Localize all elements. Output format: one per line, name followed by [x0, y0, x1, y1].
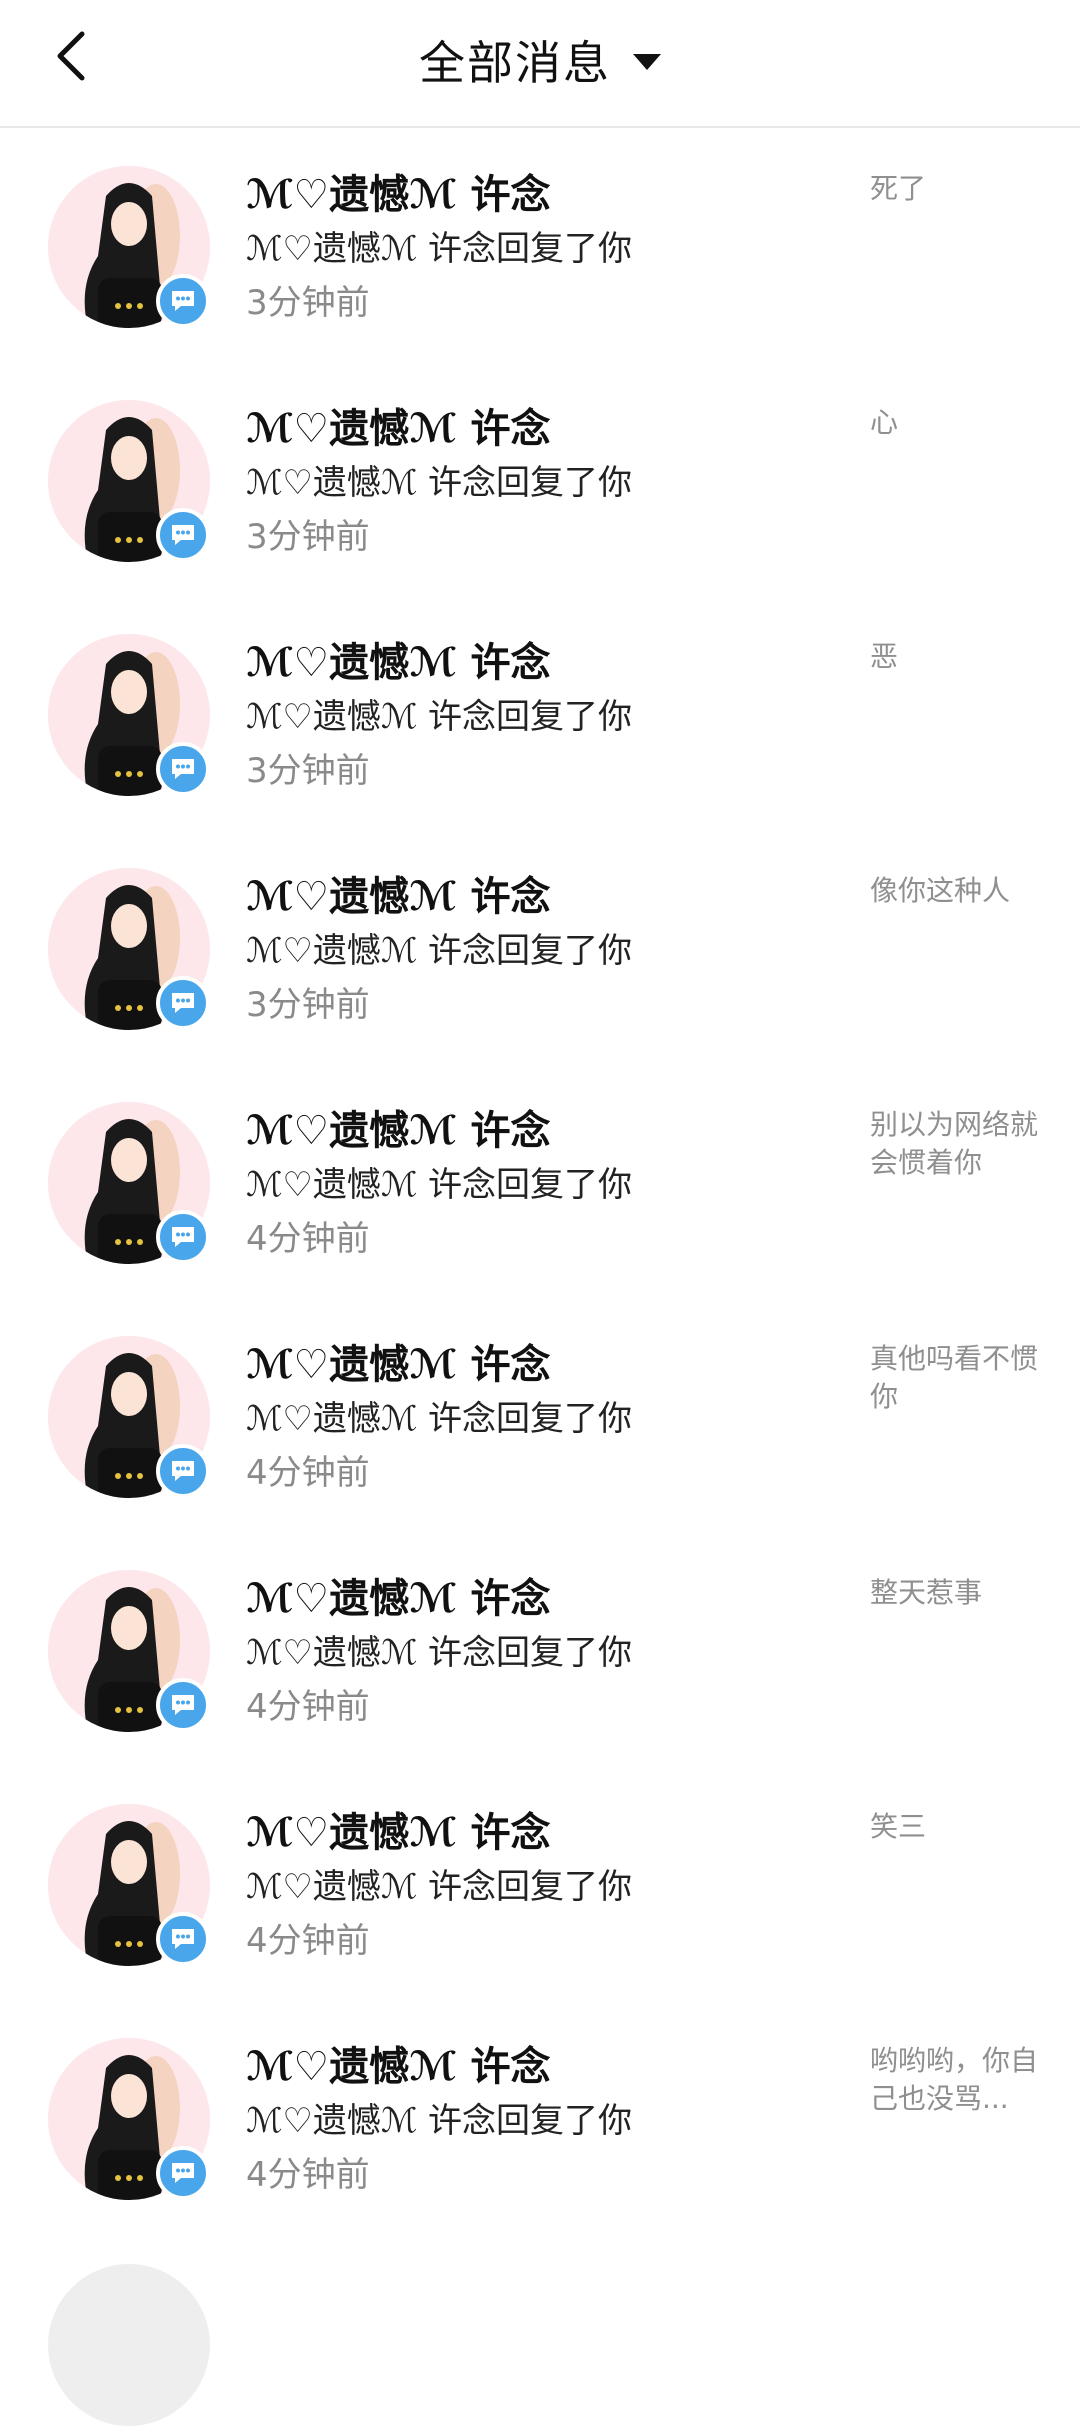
- message-item[interactable]: ℳ♡遗憾ℳ 许念 ℳ♡遗憾ℳ 许念回复了你 3分钟前 心: [0, 362, 1080, 596]
- back-button[interactable]: [40, 24, 104, 88]
- comment-badge: [156, 508, 210, 562]
- timestamp: 3分钟前: [246, 751, 370, 791]
- reply-notice: ℳ♡遗憾ℳ 许念回复了你: [246, 1867, 633, 1907]
- reply-preview: 恶: [870, 640, 899, 673]
- comment-badge: [156, 1912, 210, 1966]
- timestamp: 4分钟前: [246, 1453, 370, 1493]
- reply-notice: ℳ♡遗憾ℳ 许念回复了你: [246, 1399, 633, 1439]
- sender-name[interactable]: ℳ♡遗憾ℳ 许念: [246, 402, 846, 456]
- reply-notice: ℳ♡遗憾ℳ 许念回复了你: [246, 229, 633, 269]
- message-item[interactable]: ℳ♡遗憾ℳ 许念 ℳ♡遗憾ℳ 许念回复了你 4分钟前 别以为网络就会惯着你: [0, 1064, 1080, 1298]
- message-item[interactable]: ℳ♡遗憾ℳ 许念 ℳ♡遗憾ℳ 许念回复了你 4分钟前 哟哟哟，你自己也没骂...: [0, 2000, 1080, 2234]
- chat-bubble-icon: [172, 993, 194, 1013]
- reply-preview: 真他吗看不惯你: [870, 1342, 1039, 1413]
- reply-notice: ℳ♡遗憾ℳ 许念回复了你: [246, 463, 633, 503]
- timestamp: 4分钟前: [246, 1921, 370, 1961]
- reply-preview: 别以为网络就会惯着你: [870, 1108, 1039, 1179]
- reply-notice: ℳ♡遗憾ℳ 许念回复了你: [246, 1165, 633, 1205]
- reply-notice: ℳ♡遗憾ℳ 许念回复了你: [246, 697, 633, 737]
- comment-badge: [156, 1444, 210, 1498]
- reply-notice: ℳ♡遗憾ℳ 许念回复了你: [246, 931, 633, 971]
- chat-bubble-icon: [172, 2163, 194, 2183]
- comment-badge: [156, 1678, 210, 1732]
- message-item[interactable]: ℳ♡遗憾ℳ 许念 ℳ♡遗憾ℳ 许念回复了你 3分钟前 像你这种人: [0, 830, 1080, 1064]
- timestamp: 4分钟前: [246, 1687, 370, 1727]
- reply-preview: 像你这种人: [870, 874, 1011, 907]
- comment-badge: [156, 976, 210, 1030]
- reply-notice: ℳ♡遗憾ℳ 许念回复了你: [246, 1633, 633, 1673]
- message-item-partial[interactable]: [0, 2234, 1080, 2426]
- caret-down-icon: [633, 54, 661, 70]
- sender-name[interactable]: ℳ♡遗憾ℳ 许念: [246, 168, 846, 222]
- message-list: ℳ♡遗憾ℳ 许念 ℳ♡遗憾ℳ 许念回复了你 3分钟前 死了 ℳ♡遗憾ℳ 许念 ℳ…: [0, 128, 1080, 2426]
- chevron-left-icon: [57, 31, 85, 81]
- chat-bubble-icon: [172, 1461, 194, 1481]
- sender-name[interactable]: ℳ♡遗憾ℳ 许念: [246, 636, 846, 690]
- timestamp: 4分钟前: [246, 1219, 370, 1259]
- chat-bubble-icon: [172, 1227, 194, 1247]
- comment-badge: [156, 742, 210, 796]
- chat-bubble-icon: [172, 525, 194, 545]
- timestamp: 3分钟前: [246, 283, 370, 323]
- timestamp: 4分钟前: [246, 2155, 370, 2195]
- reply-preview: 死了: [870, 172, 927, 205]
- comment-badge: [156, 1210, 210, 1264]
- comment-badge: [156, 274, 210, 328]
- sender-name[interactable]: ℳ♡遗憾ℳ 许念: [246, 870, 846, 924]
- chat-bubble-icon: [172, 291, 194, 311]
- chat-bubble-icon: [172, 1695, 194, 1715]
- sender-name[interactable]: ℳ♡遗憾ℳ 许念: [246, 1104, 846, 1158]
- reply-preview: 笑三: [870, 1810, 927, 1843]
- reply-notice: ℳ♡遗憾ℳ 许念回复了你: [246, 2101, 633, 2141]
- message-item[interactable]: ℳ♡遗憾ℳ 许念 ℳ♡遗憾ℳ 许念回复了你 4分钟前 整天惹事: [0, 1532, 1080, 1766]
- chat-bubble-icon: [172, 759, 194, 779]
- page-title: 全部消息: [419, 36, 611, 90]
- top-bar: 全部消息: [0, 0, 1080, 128]
- reply-preview: 整天惹事: [870, 1576, 983, 1609]
- sender-name[interactable]: ℳ♡遗憾ℳ 许念: [246, 2040, 846, 2094]
- timestamp: 3分钟前: [246, 985, 370, 1025]
- message-item[interactable]: ℳ♡遗憾ℳ 许念 ℳ♡遗憾ℳ 许念回复了你 4分钟前 真他吗看不惯你: [0, 1298, 1080, 1532]
- reply-preview: 哟哟哟，你自己也没骂...: [870, 2044, 1039, 2115]
- comment-badge: [156, 2146, 210, 2200]
- timestamp: 3分钟前: [246, 517, 370, 557]
- message-item[interactable]: ℳ♡遗憾ℳ 许念 ℳ♡遗憾ℳ 许念回复了你 4分钟前 笑三: [0, 1766, 1080, 2000]
- reply-preview: 心: [870, 406, 899, 439]
- message-item[interactable]: ℳ♡遗憾ℳ 许念 ℳ♡遗憾ℳ 许念回复了你 3分钟前 恶: [0, 596, 1080, 830]
- sender-name[interactable]: ℳ♡遗憾ℳ 许念: [246, 1338, 846, 1392]
- sender-name[interactable]: ℳ♡遗憾ℳ 许念: [246, 1572, 846, 1626]
- message-filter-dropdown[interactable]: 全部消息: [419, 27, 661, 93]
- chat-bubble-icon: [172, 1929, 194, 1949]
- sender-name[interactable]: ℳ♡遗憾ℳ 许念: [246, 1806, 846, 1860]
- avatar[interactable]: [48, 2264, 210, 2426]
- message-item[interactable]: ℳ♡遗憾ℳ 许念 ℳ♡遗憾ℳ 许念回复了你 3分钟前 死了: [0, 128, 1080, 362]
